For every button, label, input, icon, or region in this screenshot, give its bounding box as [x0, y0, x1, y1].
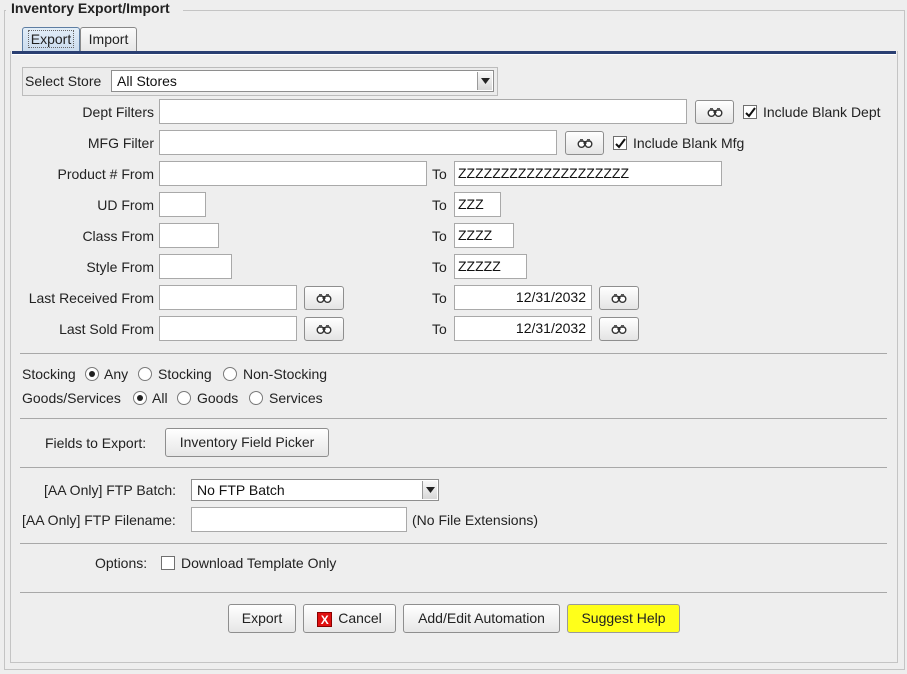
stocking-label: Stocking — [22, 366, 76, 382]
last-sold-from-lookup-button[interactable] — [304, 317, 344, 341]
product-to-label: To — [432, 166, 447, 182]
cancel-button[interactable]: X Cancel — [303, 604, 396, 633]
class-to-input[interactable]: ZZZZ — [454, 223, 514, 248]
stocking-non-stocking-radio[interactable] — [223, 367, 237, 381]
chevron-down-icon — [477, 72, 492, 90]
last-sold-to-lookup-button[interactable] — [599, 317, 639, 341]
dept-label: Dept Filters — [82, 104, 154, 120]
last-received-from-input[interactable] — [159, 285, 297, 310]
goods-goods-label: Goods — [197, 390, 239, 406]
mfg-label: MFG Filter — [87, 135, 154, 151]
ud-to-input[interactable]: ZZZ — [454, 192, 501, 217]
ud-from-input[interactable] — [159, 192, 206, 217]
stocking-stocking-label: Stocking — [158, 366, 212, 382]
dept-lookup-button[interactable] — [695, 100, 734, 124]
binoculars-icon — [577, 139, 592, 148]
cancel-button-label: Cancel — [338, 610, 382, 626]
radio-dot — [89, 371, 95, 377]
last-sold-to-label: To — [432, 321, 447, 337]
stocking-stocking-radio[interactable] — [138, 367, 152, 381]
mfg-lookup-button[interactable] — [565, 131, 604, 155]
include-blank-mfg-checkbox[interactable] — [613, 136, 627, 150]
binoculars-icon — [707, 108, 722, 117]
stocking-non-stocking-label: Non-Stocking — [243, 366, 328, 382]
goods-all-label: All — [152, 390, 168, 406]
tab-import[interactable]: Import — [80, 27, 137, 52]
include-blank-dept-label: Include Blank Dept — [763, 104, 881, 120]
chevron-down-icon — [422, 481, 437, 499]
ud-to-label: To — [432, 197, 447, 213]
style-from-input[interactable] — [159, 254, 232, 279]
store-label: Select Store — [25, 73, 102, 89]
binoculars-icon — [611, 294, 627, 303]
binoculars-icon — [316, 325, 332, 334]
panel-title: Inventory Export/Import — [8, 0, 173, 16]
download-template-only-checkbox[interactable] — [161, 556, 175, 570]
style-to-label: To — [432, 259, 447, 275]
last-received-from-lookup-button[interactable] — [304, 286, 344, 310]
add-edit-automation-button[interactable]: Add/Edit Automation — [403, 604, 560, 633]
ud-from-label: UD From — [97, 197, 154, 213]
stocking-any-label: Any — [104, 366, 129, 382]
checkmark-icon — [744, 106, 756, 118]
tab-export[interactable]: Export — [22, 27, 80, 52]
frame-line — [183, 10, 905, 11]
checkmark-icon — [614, 137, 626, 149]
download-template-only-label: Download Template Only — [181, 555, 337, 571]
last-received-to-label: To — [432, 290, 447, 306]
last-sold-from-input[interactable] — [159, 316, 297, 341]
mfg-filter-input[interactable] — [159, 130, 557, 155]
suggest-help-button[interactable]: Suggest Help — [567, 604, 680, 633]
product-from-input[interactable] — [159, 161, 427, 186]
tab-export-label: Export — [27, 30, 75, 48]
frame-line — [4, 10, 6, 11]
ftp-batch-value: No FTP Batch — [197, 482, 285, 498]
goods-services-option-label: Services — [269, 390, 323, 406]
goods-services-radio[interactable] — [249, 391, 263, 405]
goods-all-radio[interactable] — [133, 391, 147, 405]
separator — [20, 418, 887, 419]
last-received-from-label: Last Received From — [28, 290, 154, 306]
separator — [20, 543, 887, 544]
style-to-input[interactable]: ZZZZZ — [454, 254, 527, 279]
product-from-label: Product # From — [57, 166, 154, 182]
separator — [20, 467, 887, 468]
ftp-filename-input[interactable] — [191, 507, 407, 532]
export-button[interactable]: Export — [228, 604, 296, 633]
separator — [20, 592, 887, 593]
binoculars-icon — [611, 325, 627, 334]
dept-filter-input[interactable] — [159, 99, 687, 124]
ftp-batch-label: [AA Only] FTP Batch: — [44, 482, 177, 498]
store-select-value: All Stores — [117, 73, 177, 89]
separator — [20, 353, 887, 354]
last-sold-from-label: Last Sold From — [59, 321, 154, 337]
last-sold-to-input[interactable]: 12/31/2032 — [454, 316, 592, 341]
tab-underline-highlight — [12, 54, 896, 55]
style-from-label: Style From — [86, 259, 154, 275]
include-blank-mfg-label: Include Blank Mfg — [633, 135, 745, 151]
close-icon: X — [317, 611, 333, 627]
options-label: Options: — [95, 555, 148, 571]
class-to-label: To — [432, 228, 447, 244]
ftp-batch-select[interactable]: No FTP Batch — [191, 479, 439, 501]
radio-dot — [137, 395, 143, 401]
last-received-to-input[interactable]: 12/31/2032 — [454, 285, 592, 310]
class-from-label: Class From — [82, 228, 154, 244]
store-select[interactable]: All Stores — [111, 70, 494, 92]
inventory-field-picker-button[interactable]: Inventory Field Picker — [165, 428, 329, 457]
last-received-to-lookup-button[interactable] — [599, 286, 639, 310]
class-from-input[interactable] — [159, 223, 219, 248]
ftp-filename-hint: (No File Extensions) — [412, 512, 539, 528]
tab-import-label: Import — [88, 31, 129, 47]
goods-services-label: Goods/Services — [22, 390, 121, 406]
product-to-input[interactable]: ZZZZZZZZZZZZZZZZZZZZ — [454, 161, 722, 186]
binoculars-icon — [316, 294, 332, 303]
stocking-any-radio[interactable] — [85, 367, 99, 381]
include-blank-dept-checkbox[interactable] — [743, 105, 757, 119]
goods-goods-radio[interactable] — [177, 391, 191, 405]
fields-to-export-label: Fields to Export: — [45, 435, 147, 451]
ftp-filename-label: [AA Only] FTP Filename: — [22, 512, 176, 528]
